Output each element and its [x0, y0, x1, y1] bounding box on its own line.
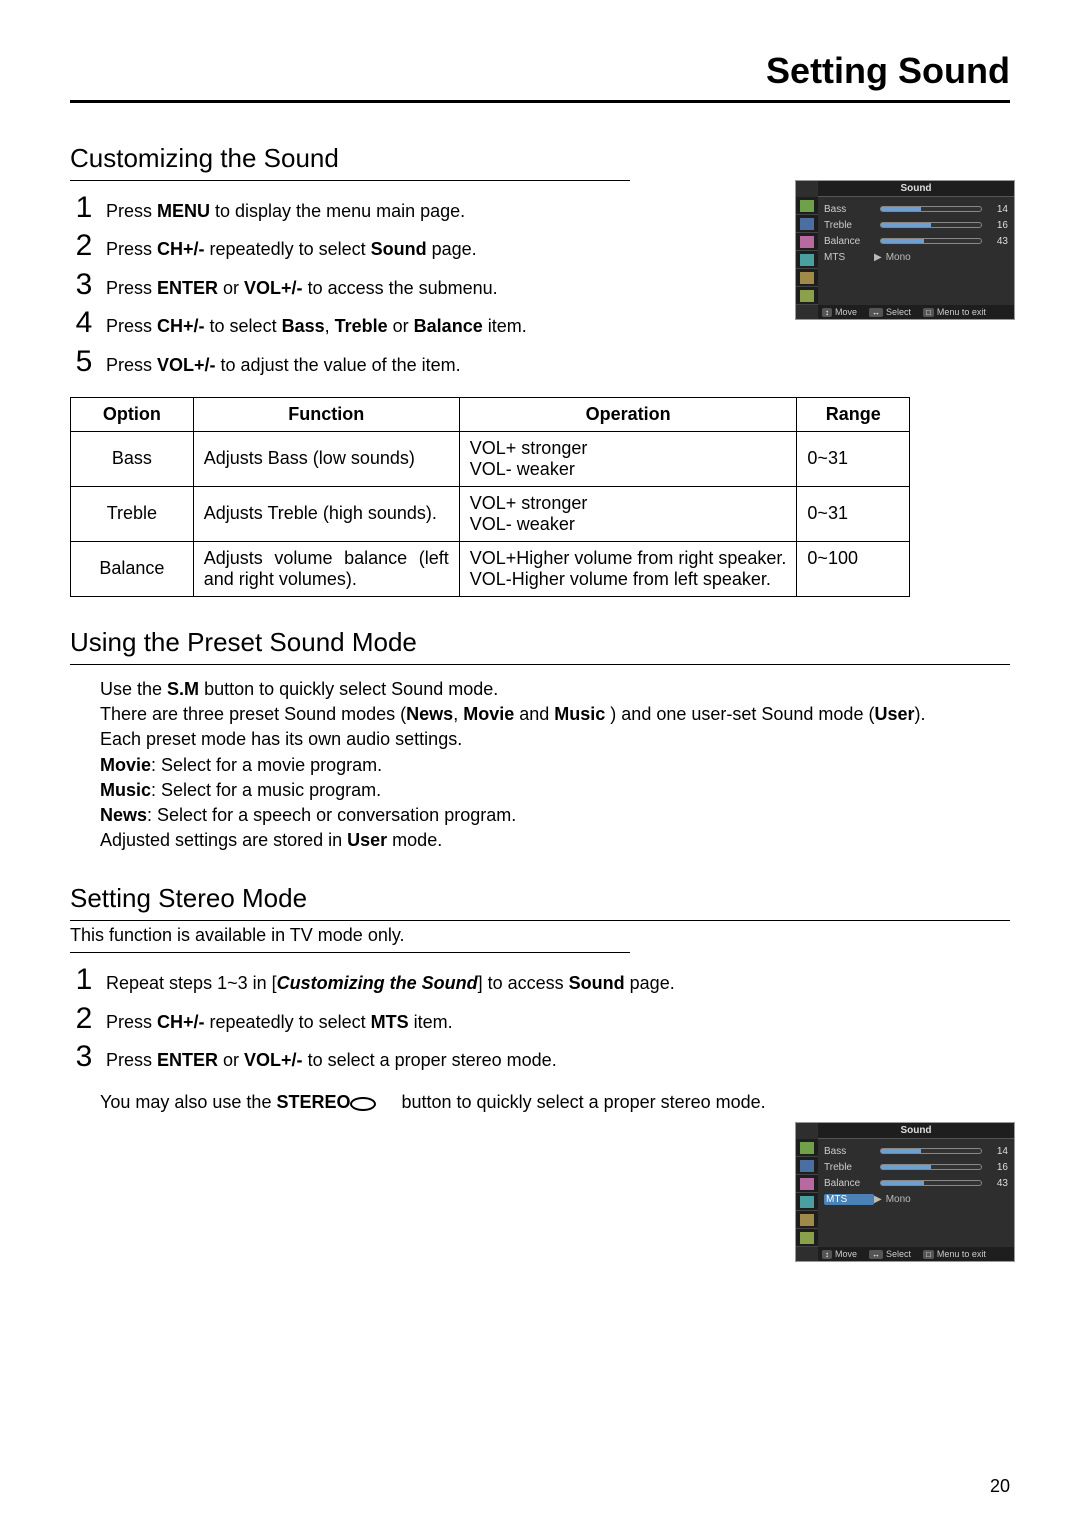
table-row: Treble Adjusts Treble (high sounds). VOL…: [71, 486, 910, 541]
step-num: 3: [70, 1042, 98, 1072]
th-range: Range: [797, 397, 910, 431]
heading-preset: Using the Preset Sound Mode: [70, 627, 1010, 665]
osd-tab-icon: [796, 1157, 818, 1175]
stereo-note: You may also use the STEREO button to qu…: [70, 1092, 1010, 1113]
step-num: 1: [70, 965, 98, 995]
th-function: Function: [193, 397, 459, 431]
heading-customizing: Customizing the Sound: [70, 143, 630, 181]
page-number: 20: [990, 1476, 1010, 1497]
step-text: Press VOL+/- to adjust the value of the …: [106, 354, 1010, 377]
preset-text: Use the S.M button to quickly select Sou…: [70, 677, 1010, 853]
osd-tab-icon: [796, 1229, 818, 1247]
step-num: 2: [70, 1004, 98, 1034]
step-text: Repeat steps 1~3 in [Customizing the Sou…: [106, 972, 1010, 995]
osd-title: Sound: [818, 181, 1014, 197]
table-row: Bass Adjusts Bass (low sounds) VOL+ stro…: [71, 431, 910, 486]
th-operation: Operation: [459, 397, 797, 431]
step-num: 2: [70, 231, 98, 261]
heading-stereo: Setting Stereo Mode: [70, 883, 1010, 921]
osd-tab-icon: [796, 269, 818, 287]
osd-tab-icon: [796, 1211, 818, 1229]
step-text: Press CH+/- repeatedly to select MTS ite…: [106, 1011, 1010, 1034]
sound-options-table: Option Function Operation Range Bass Adj…: [70, 397, 910, 597]
table-row: Balance Adjusts volume balance (left and…: [71, 541, 910, 596]
osd-tab-icon: [796, 1139, 818, 1157]
step-num: 1: [70, 193, 98, 223]
osd-tab-icon: [796, 215, 818, 233]
stereo-subtext: This function is available in TV mode on…: [70, 925, 1010, 946]
osd-tab-icon: [796, 1193, 818, 1211]
osd-title: Sound: [818, 1123, 1014, 1139]
step-num: 3: [70, 270, 98, 300]
step-num: 5: [70, 347, 98, 377]
osd-tab-icon: [796, 197, 818, 215]
osd-tab-icon: [796, 287, 818, 305]
osd-tab-icon: [796, 251, 818, 269]
osd-tab-icon: [796, 233, 818, 251]
osd-sound-menu: Sound Bass14 Treble16 Balance43 MTS▶Mono…: [795, 180, 1015, 320]
osd-sound-menu-mts: Sound Bass14 Treble16 Balance43 MTS▶Mono…: [795, 1122, 1015, 1262]
steps-stereo: 1 Repeat steps 1~3 in [Customizing the S…: [70, 965, 1010, 1072]
stereo-button-icon: [350, 1097, 376, 1111]
th-option: Option: [71, 397, 194, 431]
osd-tab-icon: [796, 1175, 818, 1193]
step-text: Press ENTER or VOL+/- to select a proper…: [106, 1049, 1010, 1072]
page-title: Setting Sound: [70, 50, 1010, 103]
step-num: 4: [70, 308, 98, 338]
